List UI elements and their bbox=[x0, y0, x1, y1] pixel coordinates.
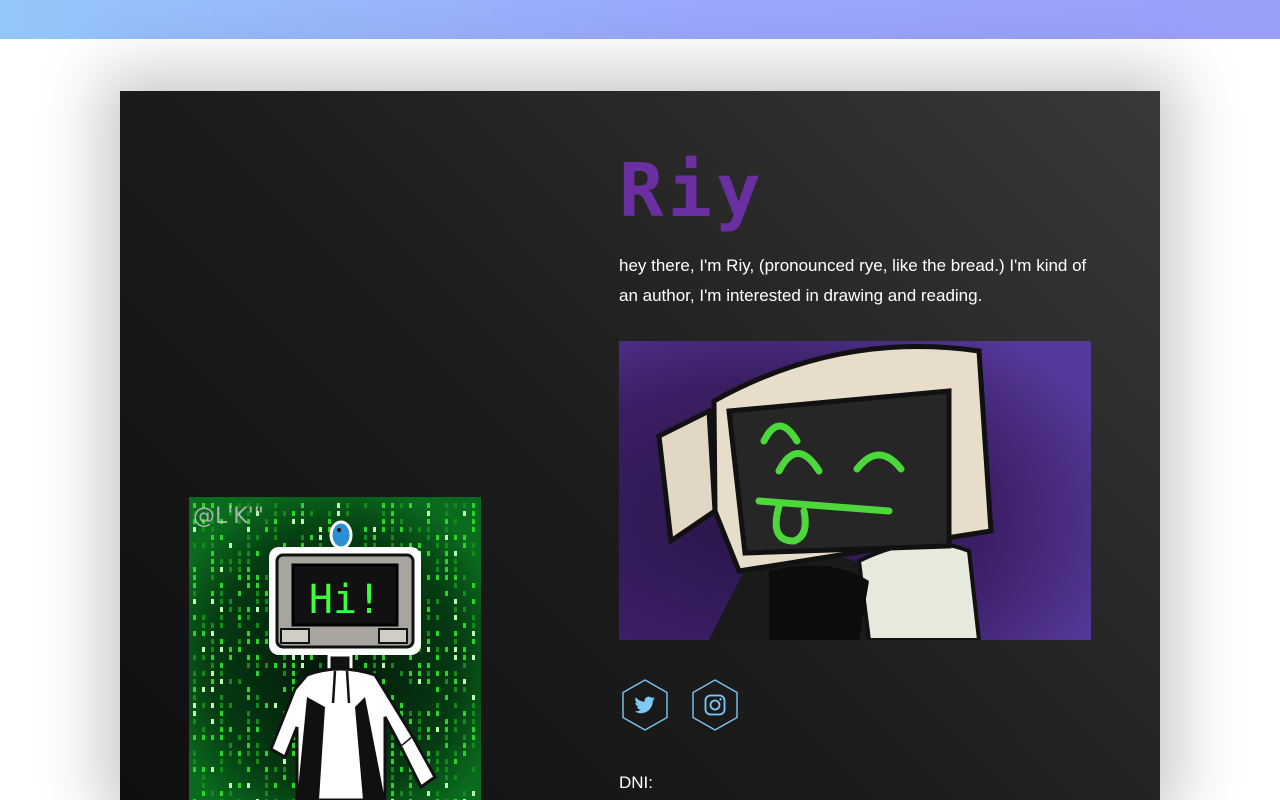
instagram-icon bbox=[692, 679, 738, 731]
character-hi-artwork: Hi! @L'K'" bbox=[189, 497, 481, 800]
top-gradient-bar bbox=[0, 0, 1280, 39]
matrix-character-illustration: Hi! @L'K'" bbox=[189, 497, 481, 800]
instagram-link-button[interactable] bbox=[692, 679, 738, 731]
twitter-link-button[interactable] bbox=[622, 679, 668, 731]
monitor-head-closeup-illustration bbox=[619, 341, 1091, 640]
profile-name-heading: Riy bbox=[619, 148, 765, 234]
character-closeup-artwork bbox=[619, 341, 1091, 640]
profile-card: Hi! @L'K'" Riy hey there, I'm Riy, (pron… bbox=[120, 91, 1160, 800]
artist-watermark: @L'K'" bbox=[193, 504, 264, 529]
profile-bio: hey there, I'm Riy, (pronounced rye, lik… bbox=[619, 256, 1087, 305]
twitter-icon bbox=[622, 679, 668, 731]
monitor-head: Hi! bbox=[269, 547, 421, 655]
dni-label: DNI: bbox=[619, 773, 653, 792]
speech-hi-text: Hi! bbox=[309, 577, 381, 623]
